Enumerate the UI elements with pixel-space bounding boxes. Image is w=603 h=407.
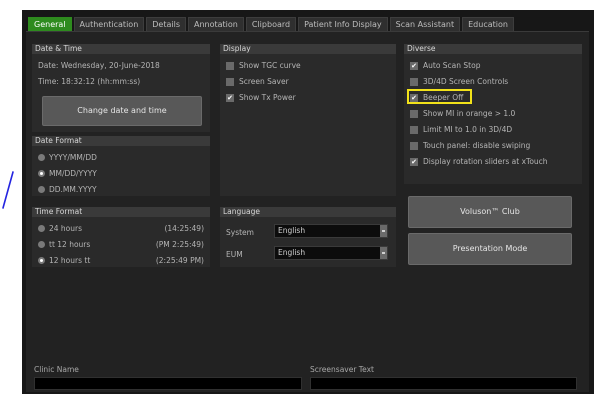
tab-general[interactable]: General [28,17,72,31]
language-panel: Language System English EUM English [220,207,396,267]
checkbox-label: 3D/4D Screen Controls [423,77,509,86]
diverse-title: Diverse [404,44,582,54]
checkbox-box[interactable] [410,109,418,118]
radio-label: MM/DD/YYYY [49,169,97,178]
diverse-panel: Diverse ✔ Auto Scan Stop 3D/4D Screen Co… [404,44,582,184]
time-format-example: (2:25:49 PM) [155,256,204,265]
presentation-mode-button[interactable]: Presentation Mode [408,233,572,265]
general-tab-content: Date & Time Date: Wednesday, 20-June-201… [26,31,589,392]
checkbox-label: Screen Saver [239,77,289,86]
voluson-club-button[interactable]: Voluson™ Club [408,196,572,228]
select-value: English [278,248,306,257]
date-time-title: Date & Time [32,44,210,54]
screen-saver-checkbox[interactable]: Screen Saver [226,77,289,86]
change-date-time-button[interactable]: Change date and time [42,96,202,126]
checkbox-label: Display rotation sliders at xTouch [423,157,548,166]
clinic-name-input[interactable] [34,377,302,390]
checkmark-icon[interactable]: ✔ [410,61,418,70]
eum-language-select[interactable]: English [274,246,388,260]
checkbox-label: Show MI in orange > 1.0 [423,109,516,118]
radio-button-selected[interactable] [38,257,45,264]
tab-annotation[interactable]: Annotation [188,17,244,31]
checkmark-icon[interactable]: ✔ [410,157,418,166]
language-title: Language [220,207,396,217]
current-date: Date: Wednesday, 20-June-2018 [38,61,160,70]
beeper-off-highlight [407,89,472,104]
checkbox-label: Show TGC curve [239,61,301,70]
radio-label: 12 hours tt [49,256,91,265]
radio-button[interactable] [38,225,45,232]
screensaver-text-label: Screensaver Text [310,365,374,374]
tab-education[interactable]: Education [462,17,514,31]
date-format-option-yyyy-mm-dd[interactable]: YYYY/MM/DD [38,153,97,162]
radio-button[interactable] [38,186,45,193]
radio-button[interactable] [38,154,45,161]
auto-scan-stop-checkbox[interactable]: ✔ Auto Scan Stop [410,61,480,70]
checkbox-box[interactable] [226,61,234,70]
screensaver-text-input[interactable] [310,377,577,390]
time-format-option-12-hours-tt[interactable]: 12 hours tt [38,256,90,265]
date-format-option-dd-mm-yyyy[interactable]: DD.MM.YYYY [38,185,97,194]
checkbox-label: Auto Scan Stop [423,61,481,70]
tab-details[interactable]: Details [146,17,186,31]
date-format-option-mm-dd-yyyy[interactable]: MM/DD/YYYY [38,169,97,178]
date-format-panel: Date Format YYYY/MM/DD MM/DD/YYYY DD.MM.… [32,136,210,196]
select-value: English [278,226,306,235]
chevron-down-icon[interactable] [380,247,387,259]
show-tx-power-checkbox[interactable]: ✔ Show Tx Power [226,93,296,102]
radio-label: 24 hours [49,224,83,233]
chevron-down-icon[interactable] [380,225,387,237]
time-format-example: (PM 2:25:49) [155,240,204,249]
checkbox-box[interactable] [410,141,418,150]
radio-label: tt 12 hours [49,240,91,249]
date-time-panel: Date & Time Date: Wednesday, 20-June-201… [32,44,210,132]
system-language-label: System [226,228,254,237]
display-title: Display [220,44,396,54]
system-language-select[interactable]: English [274,224,388,238]
checkbox-box[interactable] [410,77,418,86]
checkbox-label: Limit MI to 1.0 in 3D/4D [423,125,513,134]
time-format-example: (14:25:49) [164,224,204,233]
time-format-panel: Time Format 24 hours (14:25:49) tt 12 ho… [32,207,210,267]
limit-mi-checkbox[interactable]: Limit MI to 1.0 in 3D/4D [410,125,512,134]
pen-stroke-mark [2,171,14,209]
settings-window: General Authentication Details Annotatio… [22,10,594,394]
radio-button[interactable] [38,241,45,248]
rotation-sliders-checkbox[interactable]: ✔ Display rotation sliders at xTouch [410,157,548,166]
time-format-title: Time Format [32,207,210,217]
touch-panel-disable-swiping-checkbox[interactable]: Touch panel: disable swiping [410,141,530,150]
show-mi-orange-checkbox[interactable]: Show MI in orange > 1.0 [410,109,515,118]
date-format-title: Date Format [32,136,210,146]
time-format-option-tt-12-hours[interactable]: tt 12 hours [38,240,90,249]
display-panel: Display Show TGC curve Screen Saver ✔ Sh… [220,44,396,196]
checkbox-box[interactable] [226,77,234,86]
checkbox-box[interactable] [410,125,418,134]
time-format-option-24-hours[interactable]: 24 hours [38,224,82,233]
show-tgc-curve-checkbox[interactable]: Show TGC curve [226,61,301,70]
checkbox-label: Show Tx Power [239,93,296,102]
3d4d-screen-controls-checkbox[interactable]: 3D/4D Screen Controls [410,77,508,86]
tab-scan-assistant[interactable]: Scan Assistant [389,17,461,31]
radio-label: DD.MM.YYYY [49,185,97,194]
tab-patient-info-display[interactable]: Patient Info Display [298,17,388,31]
checkmark-icon[interactable]: ✔ [226,93,234,102]
eum-language-label: EUM [226,250,243,259]
checkbox-label: Touch panel: disable swiping [423,141,531,150]
tab-bar: General Authentication Details Annotatio… [28,17,514,31]
tab-authentication[interactable]: Authentication [73,17,145,31]
tab-clipboard[interactable]: Clipboard [245,17,297,31]
clinic-name-label: Clinic Name [34,365,79,374]
radio-label: YYYY/MM/DD [49,153,97,162]
current-time: Time: 18:32:12 (hh:mm:ss) [38,77,141,86]
radio-button-selected[interactable] [38,170,45,177]
